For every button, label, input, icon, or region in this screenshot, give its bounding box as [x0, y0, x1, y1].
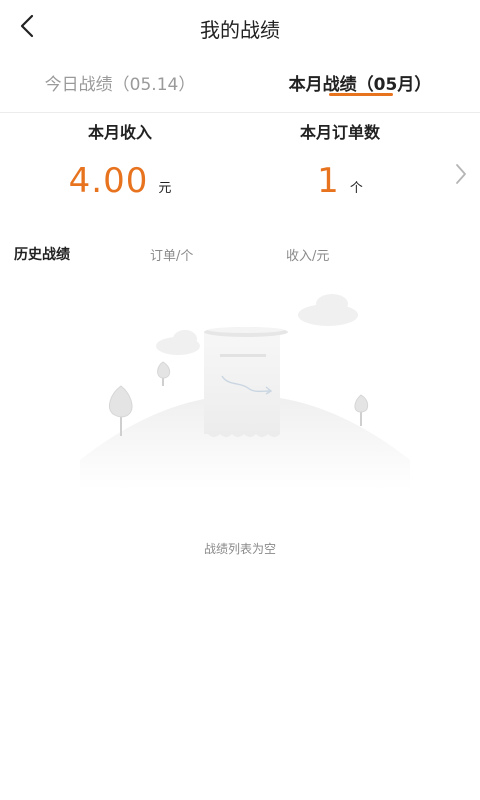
income-unit: 元 — [158, 181, 172, 196]
orders-unit: 个 — [349, 181, 363, 196]
stat-orders: 本月订单数 1个 — [207, 113, 447, 213]
stats-more-button[interactable] — [452, 162, 470, 186]
orders-value-row: 1个 — [207, 161, 473, 201]
app-header: 我的战绩 — [0, 0, 480, 52]
chevron-right-icon — [456, 164, 466, 184]
income-label: 本月收入 — [87, 123, 152, 142]
orders-value: 1 — [317, 161, 340, 201]
empty-receipt-illustration — [80, 290, 410, 490]
tab-bar: 今日战绩（05.14） 本月战绩（05月） — [0, 56, 480, 113]
income-value: 4.00 — [68, 161, 149, 201]
column-header-income: 收入/元 — [286, 249, 330, 264]
stats-summary: 本月收入 4.00 元 本月订单数 1个 — [0, 113, 480, 213]
page-title: 我的战绩 — [200, 18, 280, 42]
history-title: 历史战绩 — [14, 247, 70, 263]
orders-label: 本月订单数 — [299, 123, 380, 142]
history-header: 历史战绩 订单/个 收入/元 — [0, 240, 480, 270]
column-header-orders: 订单/个 — [150, 249, 194, 264]
tab-month[interactable]: 本月战绩（05月） — [240, 70, 480, 95]
tab-today[interactable]: 今日战绩（05.14） — [0, 70, 240, 95]
active-tab-indicator — [329, 93, 393, 96]
empty-state-text: 战绩列表为空 — [203, 542, 276, 556]
income-value-row: 4.00 元 — [0, 161, 240, 201]
stat-income: 本月收入 4.00 元 — [0, 113, 240, 213]
